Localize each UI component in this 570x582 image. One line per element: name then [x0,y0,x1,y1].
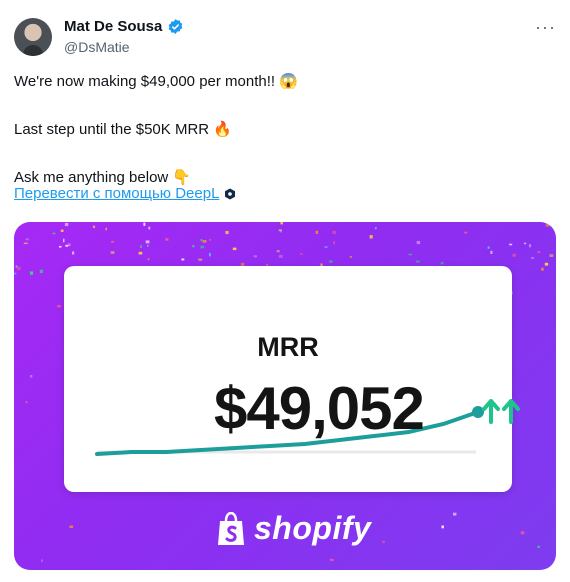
confetti-piece [453,512,457,516]
mrr-card: MRR $49,052 [64,266,520,492]
confetti-piece [39,269,43,274]
confetti-piece [329,260,333,263]
confetti-piece [537,545,540,548]
shopify-logo: shopify [216,510,371,547]
confetti-piece [333,241,336,245]
mrr-label: MRR [257,332,319,362]
confetti-piece [60,229,64,232]
confetti-piece [52,232,56,235]
double-up-arrow-icon [482,399,520,424]
shopify-wordmark: shopify [254,510,372,546]
confetti-piece [349,256,352,258]
confetti-piece [276,250,280,253]
confetti-piece [541,267,544,271]
confetti-piece [165,238,169,241]
confetti-piece [253,255,257,258]
confetti-piece [147,244,149,247]
confetti-piece [209,239,212,241]
confetti-piece [415,260,420,263]
tweet-line-1: We're now making $49,000 per month!! 😱 [14,73,298,90]
confetti-piece [408,253,412,256]
confetti-piece [198,258,203,261]
confetti-piece [300,253,303,255]
tweet-media[interactable]: MRR $49,052 shopify [14,222,556,570]
confetti-piece [329,558,334,561]
confetti-piece [14,272,17,275]
confetti-piece [315,230,319,234]
confetti-piece [140,245,142,249]
confetti-piece [490,250,493,254]
confetti-piece [147,258,150,261]
author-name-row: Mat De Sousa [64,18,184,35]
deepl-icon [225,188,236,199]
confetti-piece [324,246,328,248]
confetti-piece [92,225,96,229]
confetti-piece [30,375,33,378]
confetti-piece [440,261,444,265]
translate-label[interactable]: Перевести с помощью DeepL [14,185,219,202]
confetti-piece [509,243,513,246]
confetti-piece [72,251,75,255]
confetti-piece [549,254,554,257]
confetti-piece [487,246,490,249]
verified-badge-icon [168,19,183,34]
confetti-piece [280,222,283,225]
confetti-piece [65,244,69,247]
confetti-piece [441,525,444,529]
confetti-piece [512,253,516,257]
confetti-piece [225,230,229,235]
confetti-piece [531,257,535,259]
confetti-piece [64,222,69,227]
tweet-text: We're now making $49,000 per month!! 😱 L… [14,70,554,190]
avatar[interactable] [14,18,52,56]
confetti-piece [232,247,237,251]
confetti-piece [41,559,43,562]
confetti-piece [524,242,527,245]
confetti-piece [520,531,525,535]
confetti-piece [545,223,550,227]
confetti-piece [23,242,28,245]
confetti-piece [15,265,18,268]
confetti-piece [278,254,283,258]
confetti-piece [544,262,549,266]
confetti-piece [67,243,71,247]
confetti-piece [29,271,34,275]
confetti-piece [148,226,151,230]
confetti-piece [145,240,150,244]
author-handle[interactable]: @DsMatie [64,39,130,55]
confetti-piece [382,540,385,544]
confetti-piece [528,244,532,248]
confetti-piece [374,227,377,230]
confetti-piece [111,241,115,243]
confetti-piece [57,305,61,308]
confetti-piece [59,245,62,248]
author-name[interactable]: Mat De Sousa [64,18,162,35]
confetti-piece [209,252,211,257]
confetti-piece [138,251,143,255]
confetti-piece [200,245,205,249]
confetti-piece [69,525,74,528]
confetti-piece [25,238,29,241]
more-options-icon[interactable]: ··· [535,17,556,38]
tweet-line-2: Last step until the $50K MRR 🔥 [14,121,232,138]
confetti-piece [332,230,336,235]
confetti-piece [537,251,541,254]
confetti-piece [416,240,421,245]
confetti-piece [278,229,282,232]
confetti-piece [105,227,107,231]
confetti-piece [192,245,195,248]
confetti-piece [63,238,65,243]
confetti-piece [143,222,146,226]
confetti-piece [464,231,468,234]
mrr-value: $49,052 [214,375,425,442]
confetti-piece [25,401,28,404]
confetti-piece [202,240,207,243]
confetti-piece [200,239,203,242]
confetti-piece [110,251,115,254]
confetti-piece [369,235,373,239]
translate-link[interactable]: Перевести с помощью DeepL [14,185,236,202]
shopify-bag-icon [218,511,244,545]
confetti-piece [181,258,185,261]
